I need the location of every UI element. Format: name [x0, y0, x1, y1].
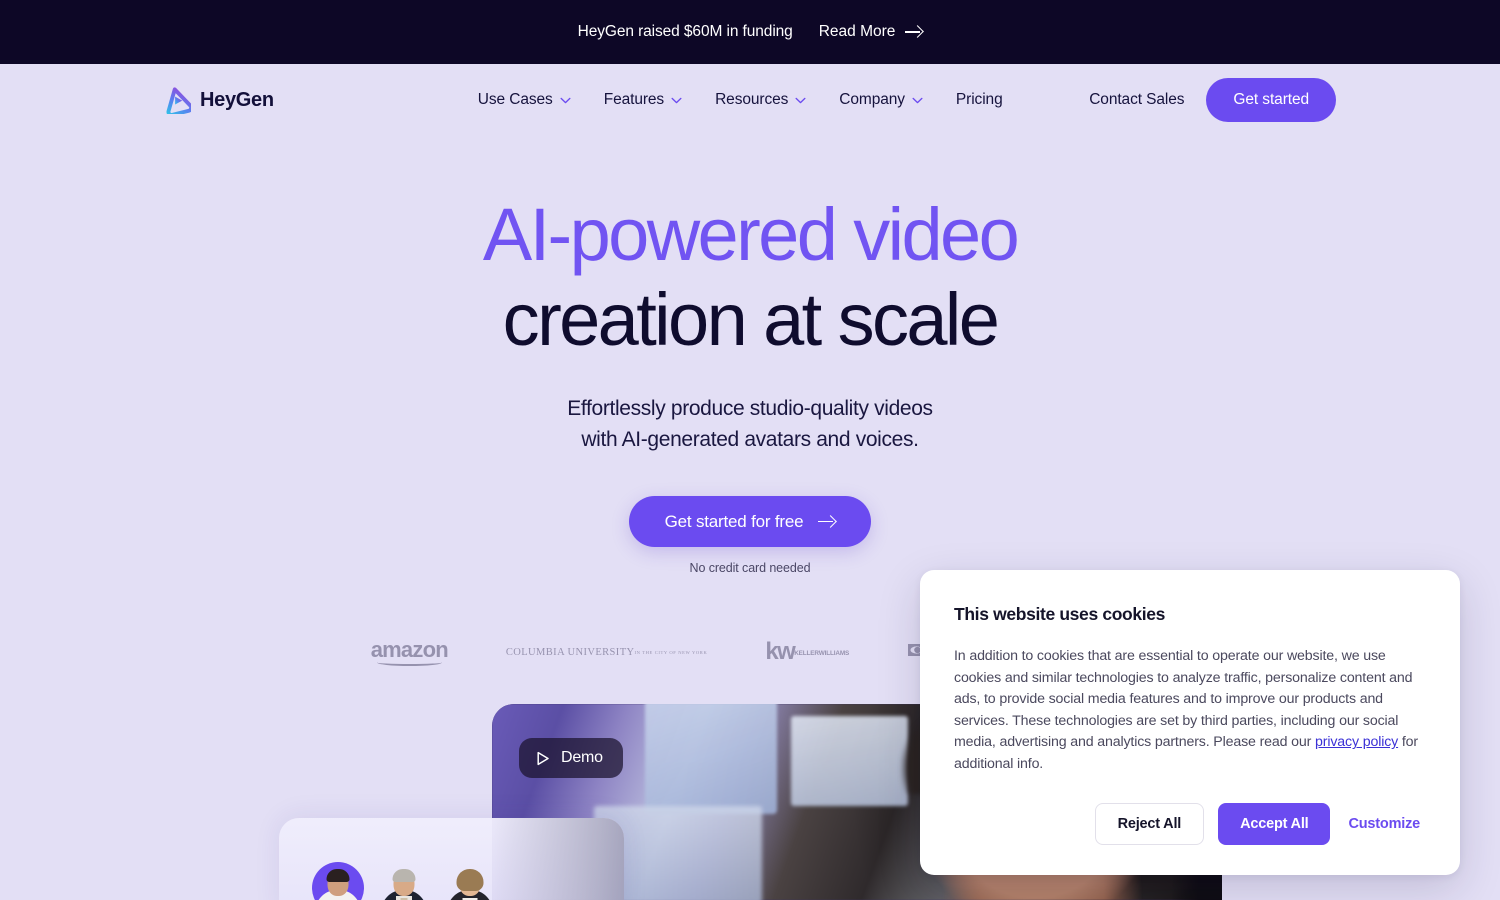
video-bg-monitor-a — [645, 704, 777, 814]
avatar-option-selected[interactable] — [312, 862, 364, 900]
customize-cookies-button[interactable]: Customize — [1344, 804, 1424, 844]
nav-label: Use Cases — [477, 91, 553, 108]
accept-all-button[interactable]: Accept All — [1218, 803, 1331, 846]
cookie-banner-actions: Reject All Accept All Customize — [954, 803, 1424, 846]
reject-all-button[interactable]: Reject All — [1094, 803, 1205, 846]
chevron-down-icon — [795, 97, 806, 104]
heygen-play-logo-icon — [164, 86, 191, 114]
arrow-right-icon — [818, 515, 835, 529]
nav-item-features[interactable]: Features — [604, 91, 682, 109]
columbia-line-2: IN THE CITY OF NEW YORK — [634, 650, 708, 656]
demo-chip-label: Demo — [561, 749, 603, 766]
chevron-down-icon — [671, 97, 682, 104]
avatar-option[interactable] — [378, 862, 430, 900]
logo-columbia-university: COLUMBIA UNIVERSITY IN THE CITY OF NEW Y… — [506, 646, 708, 659]
announcement-read-more-link[interactable]: Read More — [819, 23, 923, 41]
hero-cta-group: Get started for free No credit card need… — [0, 496, 1500, 575]
site-header: HeyGen Use Cases Features Resources Comp… — [0, 64, 1500, 136]
nav-item-company[interactable]: Company — [839, 91, 923, 109]
announcement-bar: HeyGen raised $60M in funding Read More — [0, 0, 1500, 64]
hero-subheading: Effortlessly produce studio-quality vide… — [0, 393, 1500, 455]
avatar-list — [312, 862, 496, 900]
read-more-label: Read More — [818, 23, 896, 40]
cookie-consent-banner: This website uses cookies In addition to… — [920, 570, 1460, 876]
nav-label: Resources — [715, 91, 789, 108]
nav-label: Features — [603, 91, 665, 108]
logo-keller-williams: kw KELLERWILLIAMS — [765, 637, 850, 665]
brand-logo-link[interactable]: HeyGen — [164, 86, 274, 114]
kw-line-2: KELLERWILLIAMS — [794, 649, 850, 657]
headline-plain-line: creation at scale — [502, 278, 1000, 361]
avatar-option[interactable] — [444, 862, 496, 900]
avatar-hair — [392, 869, 416, 882]
get-started-for-free-button[interactable]: Get started for free — [628, 496, 872, 548]
cookie-banner-body: In addition to cookies that are essentia… — [954, 646, 1424, 775]
nav-label: Company — [839, 91, 905, 108]
contact-sales-link[interactable]: Contact Sales — [1089, 91, 1184, 109]
avatar-card-overlap-shade — [492, 818, 624, 900]
avatar-hair — [326, 869, 350, 882]
kw-mark: kw — [765, 637, 795, 665]
brand-name: HeyGen — [200, 88, 274, 111]
nav-label: Pricing — [955, 91, 1003, 108]
privacy-policy-link[interactable]: privacy policy — [1315, 734, 1398, 750]
video-bg-monitor-b — [791, 715, 909, 806]
demo-play-chip[interactable]: Demo — [519, 738, 623, 778]
logo-amazon: amazon — [371, 637, 449, 667]
chevron-down-icon — [912, 97, 923, 104]
chevron-down-icon — [560, 97, 571, 104]
hero-subheading-line-2: with AI-generated avatars and voices. — [581, 428, 919, 452]
page-title: AI-powered video creation at scale — [0, 198, 1500, 357]
columbia-line-1: COLUMBIA UNIVERSITY — [505, 646, 635, 658]
play-outline-icon — [536, 751, 550, 766]
nav-item-use-cases[interactable]: Use Cases — [478, 91, 571, 109]
announcement-text: HeyGen raised $60M in funding — [577, 23, 793, 40]
primary-nav: Use Cases Features Resources Company Pri… — [478, 91, 1003, 109]
header-actions: Contact Sales Get started — [1089, 78, 1336, 122]
get-started-button[interactable]: Get started — [1206, 78, 1336, 122]
nav-item-resources[interactable]: Resources — [715, 91, 806, 109]
avatar-hair — [456, 869, 484, 891]
headline-accent-line: AI-powered video — [482, 193, 1020, 276]
cta-label: Get started for free — [664, 511, 804, 531]
arrow-right-icon — [905, 25, 922, 39]
nav-item-pricing[interactable]: Pricing — [956, 91, 1003, 109]
avatar-picker-card[interactable] — [279, 818, 624, 900]
hero-subheading-line-1: Effortlessly produce studio-quality vide… — [567, 397, 933, 420]
amazon-wordmark: amazon — [371, 637, 449, 667]
cookie-banner-title: This website uses cookies — [954, 604, 1166, 624]
